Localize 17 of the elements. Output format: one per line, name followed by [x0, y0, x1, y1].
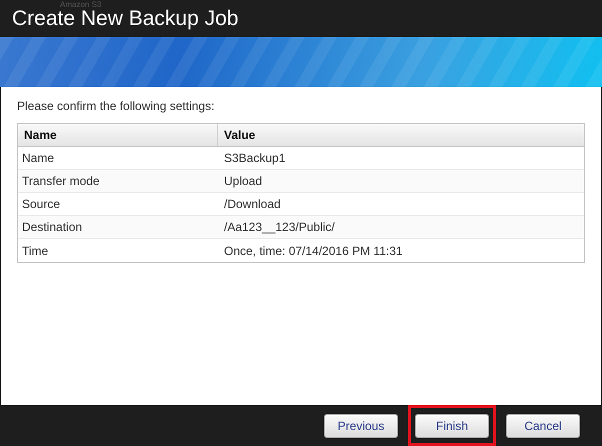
- table-cell-text: Upload: [223, 173, 264, 190]
- table-cell-text: Name: [21, 150, 56, 167]
- table-cell-text: Source: [21, 196, 62, 213]
- table-cell-text: /Download: [223, 196, 282, 213]
- confirm-prompt: Please confirm the following settings:: [17, 98, 216, 115]
- dialog-button[interactable]: Cancel: [506, 414, 580, 438]
- table-cell-text: /Aa123__123/Public/: [223, 219, 336, 236]
- dialog-button[interactable]: Finish: [415, 414, 489, 438]
- column-header: Value: [223, 127, 256, 144]
- table-cell-text: Destination: [21, 219, 84, 236]
- dialog-button[interactable]: Previous: [324, 414, 398, 438]
- table-cell-text: S3Backup1: [223, 150, 286, 167]
- dialog-title: Create New Backup Job: [12, 8, 238, 29]
- table-cell-text: Time: [21, 242, 50, 260]
- table-cell-text: Once, time: 07/14/2016 PM 11:31: [223, 242, 404, 260]
- table-cell-text: Transfer mode: [21, 173, 101, 190]
- column-header: Name: [18, 124, 218, 146]
